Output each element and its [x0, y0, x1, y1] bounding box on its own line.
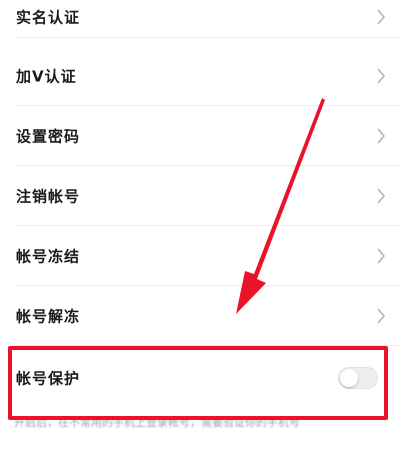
chevron-right-icon — [377, 248, 386, 264]
settings-item-set-password[interactable]: 设置密码 — [0, 106, 400, 166]
divider — [16, 345, 400, 346]
settings-item-account-protection: 帐号保护 — [0, 348, 400, 408]
account-protection-toggle[interactable] — [338, 367, 378, 389]
settings-item-real-name-auth[interactable]: 实名认证 — [0, 0, 400, 38]
settings-item-label: 实名认证 — [16, 8, 81, 27]
settings-item-label: 加V认证 — [16, 67, 77, 86]
chevron-right-icon — [377, 188, 386, 204]
chevron-right-icon — [377, 9, 386, 25]
chevron-right-icon — [377, 68, 386, 84]
settings-item-label: 帐号保护 — [16, 369, 81, 388]
account-protection-description: 开启后，在不常用的手机上登录帐号，需要验证你的手机号 — [14, 416, 300, 429]
settings-item-freeze-account[interactable]: 帐号冻结 — [0, 226, 400, 286]
settings-item-label: 帐号解冻 — [16, 307, 81, 326]
toggle-knob — [340, 369, 358, 387]
settings-item-unfreeze-account[interactable]: 帐号解冻 — [0, 286, 400, 346]
settings-item-label: 帐号冻结 — [16, 247, 81, 266]
chevron-right-icon — [377, 128, 386, 144]
settings-item-label: 设置密码 — [16, 127, 81, 146]
settings-item-cancel-account[interactable]: 注销帐号 — [0, 166, 400, 226]
divider — [16, 37, 400, 38]
settings-item-v-verification[interactable]: 加V认证 — [0, 46, 400, 106]
settings-item-label: 注销帐号 — [16, 187, 81, 206]
chevron-right-icon — [377, 308, 386, 324]
